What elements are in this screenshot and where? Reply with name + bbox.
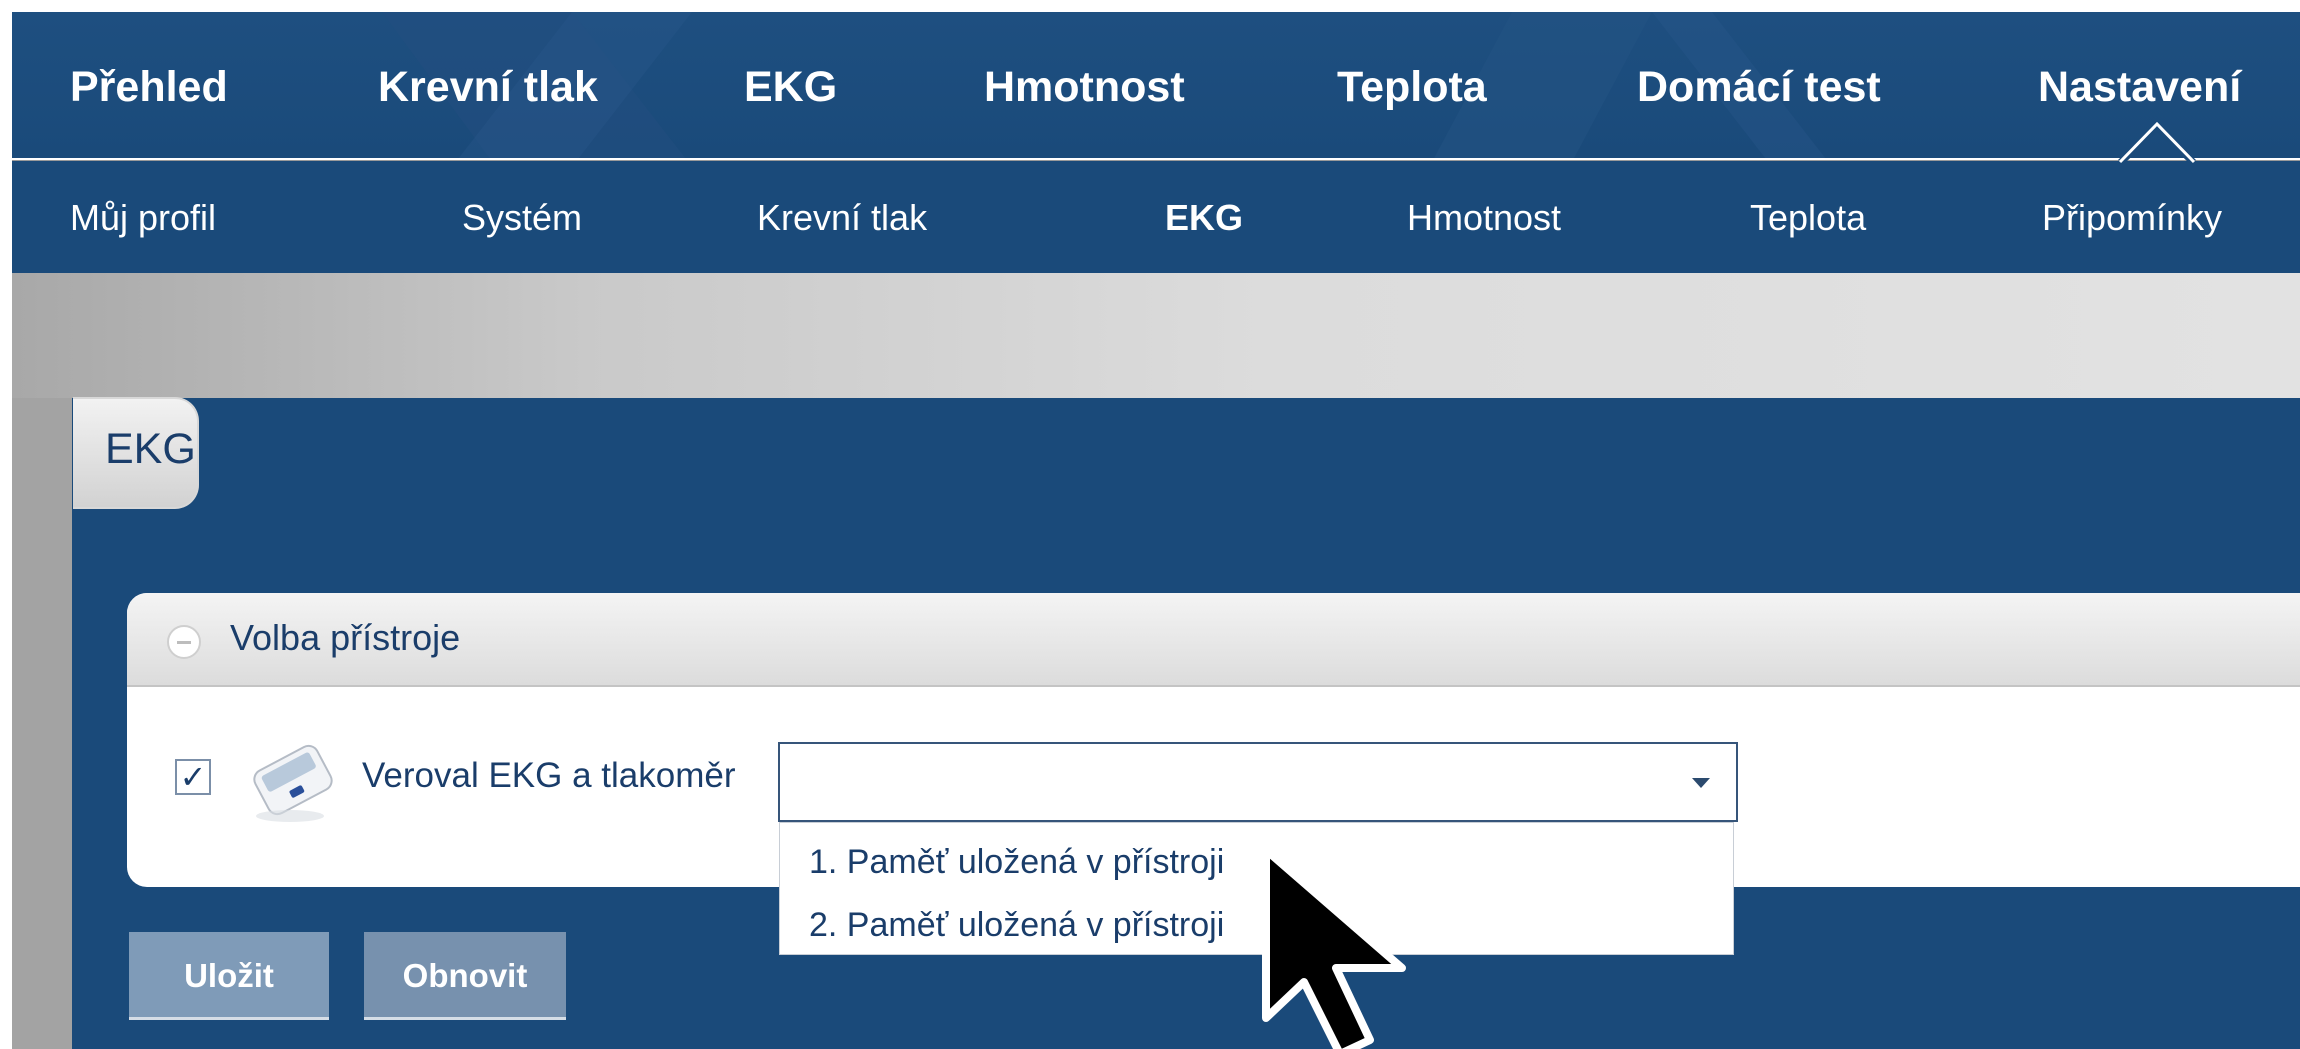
memory-option-1[interactable]: 1. Paměť uložená v přístroji bbox=[809, 843, 1224, 882]
mouse-pointer-icon bbox=[1262, 846, 1406, 1049]
subnav-item-ekg[interactable]: EKG bbox=[1165, 193, 1243, 243]
subnav-item-pripominky[interactable]: Připomínky bbox=[2042, 193, 2222, 243]
active-nav-caret-icon bbox=[2118, 121, 2196, 164]
subnav-item-system[interactable]: Systém bbox=[462, 193, 582, 243]
nav-item-domaci-test[interactable]: Domácí test bbox=[1637, 57, 1881, 117]
app-window: Přehled Krevní tlak EKG Hmotnost Teplota… bbox=[12, 12, 2300, 1049]
save-button[interactable]: Uložit bbox=[129, 932, 329, 1020]
card-header[interactable]: Volba přístroje bbox=[127, 593, 2300, 687]
nav-item-krevni-tlak[interactable]: Krevní tlak bbox=[378, 57, 598, 117]
blood-pressure-monitor-icon bbox=[253, 744, 333, 822]
nav-item-nastaveni[interactable]: Nastavení bbox=[2038, 57, 2241, 117]
dropdown-arrow-icon[interactable] bbox=[1692, 778, 1710, 788]
panel-left-edge bbox=[12, 398, 72, 1049]
card-title: Volba přístroje bbox=[230, 617, 461, 658]
panel-tab-label: EKG bbox=[105, 425, 196, 473]
nav-divider bbox=[12, 158, 2300, 160]
subnav-item-teplota[interactable]: Teplota bbox=[1750, 193, 1866, 243]
nav-item-teplota[interactable]: Teplota bbox=[1337, 57, 1487, 117]
subnav-item-muj-profil[interactable]: Můj profil bbox=[70, 193, 216, 243]
header-band bbox=[12, 273, 2300, 398]
subnav-item-krevni-tlak[interactable]: Krevní tlak bbox=[757, 193, 927, 243]
panel-tab-ekg[interactable]: EKG bbox=[73, 397, 199, 509]
main-navigation: Přehled Krevní tlak EKG Hmotnost Teplota… bbox=[12, 12, 2300, 160]
memory-option-2[interactable]: 2. Paměť uložená v přístroji bbox=[809, 906, 1224, 945]
refresh-button[interactable]: Obnovit bbox=[364, 932, 566, 1020]
memory-select[interactable] bbox=[778, 742, 1738, 822]
subnav-item-hmotnost[interactable]: Hmotnost bbox=[1407, 193, 1561, 243]
nav-item-prehled[interactable]: Přehled bbox=[70, 57, 228, 117]
sub-navigation: Můj profil Systém Krevní tlak EKG Hmotno… bbox=[12, 161, 2300, 273]
collapse-minus-icon[interactable] bbox=[167, 625, 201, 659]
device-label: Veroval EKG a tlakoměr bbox=[362, 756, 736, 795]
nav-item-ekg[interactable]: EKG bbox=[744, 57, 837, 117]
nav-item-hmotnost[interactable]: Hmotnost bbox=[984, 57, 1185, 117]
device-checkbox[interactable]: ✓ bbox=[175, 759, 211, 795]
